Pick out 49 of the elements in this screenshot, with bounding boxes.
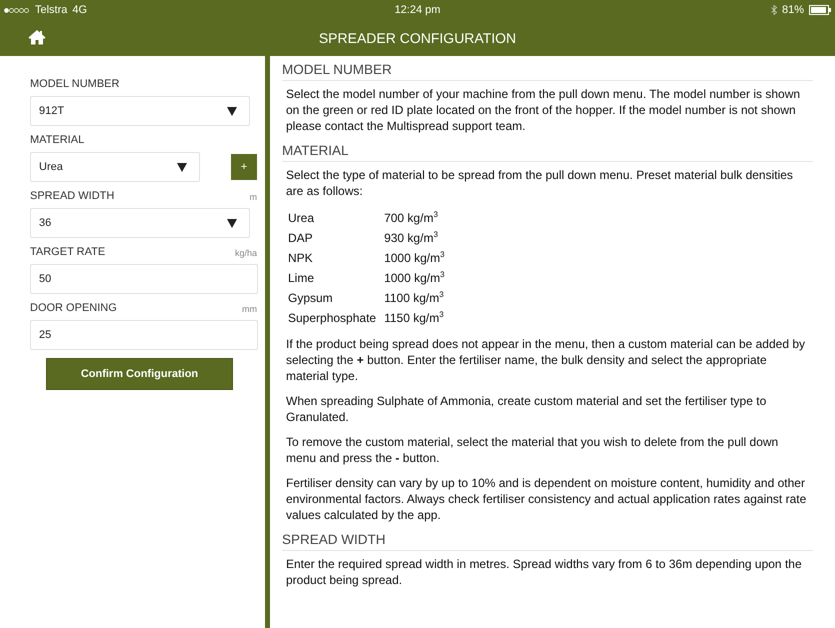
add-button[interactable]: +	[231, 154, 257, 180]
field-label: MATERIAL	[30, 134, 84, 146]
section-heading: MATERIAL	[282, 143, 813, 162]
dropdown-field[interactable]: 36	[30, 208, 250, 238]
dropdown-caret-icon	[177, 162, 187, 172]
battery-percentage: 81%	[782, 4, 804, 16]
material-density: 1100 kg/m$^{3}$	[384, 289, 445, 307]
material-name: Lime	[288, 270, 316, 286]
clock-time: 12:24 pm	[394, 4, 440, 16]
field-label: DOOR OPENING	[30, 302, 117, 314]
material-density: 930 kg/m$^{3}$	[384, 229, 439, 247]
home-icon[interactable]	[28, 29, 46, 45]
confirm-button[interactable]: Confirm Configuration	[46, 358, 233, 390]
signal-icon	[4, 8, 30, 12]
dropdown-caret-icon	[227, 218, 237, 228]
carrier-label: Telstra	[35, 4, 68, 16]
help-paragraph: When spreading Sulphate of Ammonia, create custom material and set the fertiliser type to Granulated.	[286, 393, 768, 425]
material-name: DAP	[288, 230, 314, 246]
material-density: 1150 kg/m$^{3}$	[384, 309, 445, 327]
help-paragraph: Select the type of material to be spread from the pull down menu. Preset material bulk densities are as follows:	[286, 167, 794, 199]
material-density: 1000 kg/m$^{3}$	[384, 269, 446, 287]
battery-icon	[809, 5, 831, 15]
bluetooth-icon	[770, 5, 777, 15]
unit-label: kg/ha	[234, 248, 257, 258]
help-paragraph: To remove the custom material, select the material that you wish to delete from the pull down menu and press the - button.	[286, 434, 780, 466]
input-field[interactable]: 50	[30, 264, 258, 294]
help-paragraph: If the product being spread does not appear in the menu, then a custom material can be added by selecting the + button. Enter the fertiliser name, the bulk density and select the appropriate material type.	[286, 336, 806, 384]
section-heading: MODEL NUMBER	[282, 62, 813, 81]
unit-label: mm	[242, 304, 257, 314]
screen-title: SPREADER CONFIGURATION	[318, 30, 516, 46]
material-name: Superphosphate	[288, 310, 378, 326]
field-label: SPREAD WIDTH	[30, 190, 114, 202]
help-paragraph: Enter the required spread width in metres. Spread widths vary from 6 to 36m depending upon the product being spread.	[286, 556, 803, 588]
dropdown-field[interactable]: Urea	[30, 152, 200, 182]
material-name: Gypsum	[288, 290, 334, 306]
input-field[interactable]: 25	[30, 320, 258, 350]
dropdown-caret-icon	[227, 106, 237, 116]
network-label: 4G	[72, 4, 88, 16]
material-name: Urea	[288, 210, 316, 226]
help-paragraph: Select the model number of your machine from the pull down menu. The model number is shown on the green or red ID plate located on the front of the hopper. If the model number is not shown please contact the Multispread support team.	[286, 86, 802, 134]
material-name: NPK	[288, 250, 314, 266]
dropdown-field[interactable]: 912T	[30, 96, 250, 126]
field-label: TARGET RATE	[30, 246, 106, 258]
material-density: 1000 kg/m$^{3}$	[384, 249, 446, 267]
help-paragraph: Fertiliser density can vary by up to 10% and is dependent on moisture content, humidity and other environmental factors. Always check fertiliser consistency and actual application rates against rate values calculated by the app.	[286, 475, 808, 523]
unit-label: m	[250, 192, 257, 202]
section-heading: SPREAD WIDTH	[282, 532, 813, 551]
field-label: MODEL NUMBER	[30, 78, 120, 90]
material-density: 700 kg/m$^{3}$	[384, 209, 439, 227]
